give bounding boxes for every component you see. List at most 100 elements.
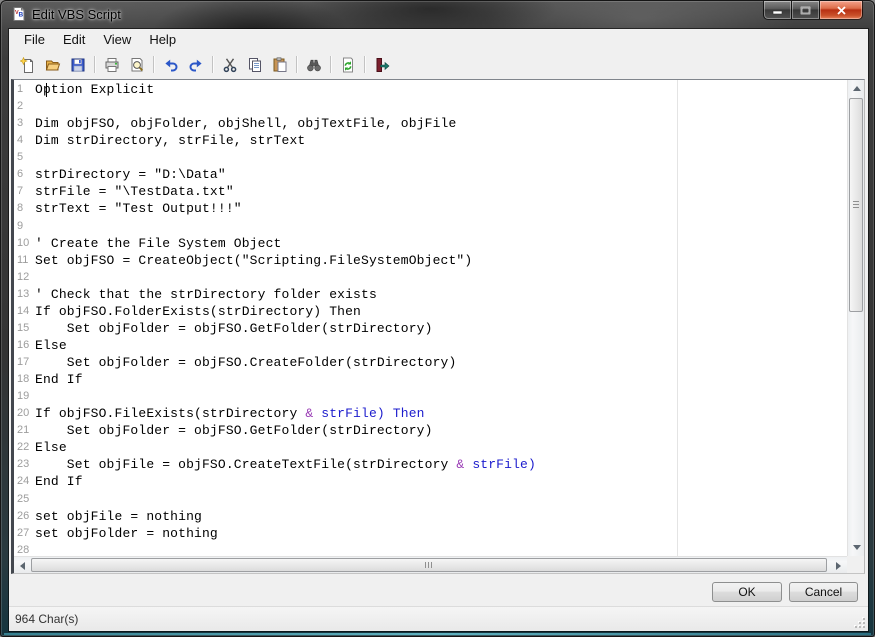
open-folder-icon <box>45 57 61 73</box>
refresh-page-icon <box>340 57 356 73</box>
code-line: 12 <box>14 269 847 286</box>
vbs-file-icon: V B <box>11 6 27 22</box>
scroll-left-button[interactable] <box>14 557 31 574</box>
minimize-button[interactable] <box>763 1 792 20</box>
new-document-button[interactable] <box>15 53 40 76</box>
code-line: 9 <box>14 218 847 235</box>
code-line: 25 <box>14 491 847 508</box>
ok-button[interactable]: OK <box>712 582 782 602</box>
open-button[interactable] <box>40 53 65 76</box>
script-editor: 1Option Explicit23Dim objFSO, objFolder,… <box>11 79 865 574</box>
horizontal-scrollbar[interactable] <box>14 556 847 573</box>
code-line: 22Else <box>14 439 847 456</box>
redo-icon <box>188 57 204 73</box>
vertical-scrollbar[interactable] <box>847 80 864 556</box>
menu-edit[interactable]: Edit <box>54 29 94 51</box>
code-line: 26set objFile = nothing <box>14 508 847 525</box>
line-number: 7 <box>14 183 35 200</box>
code-line: 14If objFSO.FolderExists(strDirectory) T… <box>14 303 847 320</box>
vertical-scroll-thumb[interactable] <box>849 98 863 312</box>
code-line: 28 <box>14 542 847 556</box>
minimize-icon <box>772 6 783 15</box>
cancel-button[interactable]: Cancel <box>789 582 858 602</box>
code-line: 11Set objFSO = CreateObject("Scripting.F… <box>14 252 847 269</box>
exit-door-icon <box>374 57 390 73</box>
code-text-area[interactable]: 1Option Explicit23Dim objFSO, objFolder,… <box>14 80 847 556</box>
maximize-icon <box>800 6 811 15</box>
scrollbar-corner <box>847 556 864 573</box>
line-number: 20 <box>14 405 35 422</box>
scroll-right-button[interactable] <box>830 557 847 574</box>
line-number: 17 <box>14 354 35 371</box>
line-number: 16 <box>14 337 35 354</box>
copy-icon <box>247 57 263 73</box>
line-number: 23 <box>14 456 35 473</box>
menu-help[interactable]: Help <box>140 29 185 51</box>
toolbar-separator <box>212 56 213 73</box>
char-count-label: 964 Char(s) <box>15 612 78 626</box>
window-title: Edit VBS Script <box>32 7 121 22</box>
line-number: 22 <box>14 439 35 456</box>
check-refresh-button[interactable] <box>335 53 360 76</box>
cut-button[interactable] <box>217 53 242 76</box>
line-number: 14 <box>14 303 35 320</box>
scroll-down-button[interactable] <box>848 539 865 556</box>
code-line: 2 <box>14 98 847 115</box>
print-preview-icon <box>129 57 145 73</box>
code-line: 10' Create the File System Object <box>14 235 847 252</box>
code-line: 19 <box>14 388 847 405</box>
edit-vbs-script-window: V B Edit VBS Script File Edit View Help <box>0 0 875 637</box>
code-line: 5 <box>14 149 847 166</box>
menu-file[interactable]: File <box>15 29 54 51</box>
code-line: 4Dim strDirectory, strFile, strText <box>14 132 847 149</box>
close-icon <box>836 6 847 15</box>
redo-button[interactable] <box>183 53 208 76</box>
exit-button[interactable] <box>369 53 394 76</box>
undo-icon <box>163 57 179 73</box>
line-number: 4 <box>14 132 35 149</box>
code-line: 1Option Explicit <box>14 81 847 98</box>
svg-text:B: B <box>19 12 24 19</box>
text-caret <box>46 83 47 97</box>
client-area: File Edit View Help <box>9 29 868 631</box>
save-button[interactable] <box>65 53 90 76</box>
chevron-down-icon <box>853 545 861 550</box>
copy-button[interactable] <box>242 53 267 76</box>
line-number: 8 <box>14 200 35 217</box>
line-number: 26 <box>14 508 35 525</box>
horizontal-scroll-thumb[interactable] <box>31 558 827 572</box>
toolbar-separator <box>330 56 331 73</box>
paste-clipboard-icon <box>272 57 288 73</box>
menu-view[interactable]: View <box>94 29 140 51</box>
line-number: 19 <box>14 388 35 405</box>
code-line: 20If objFSO.FileExists(strDirectory & st… <box>14 405 847 422</box>
caption-buttons <box>763 1 863 20</box>
chevron-right-icon <box>836 562 841 570</box>
toolbar-separator <box>296 56 297 73</box>
scroll-up-button[interactable] <box>848 80 865 97</box>
code-lines: 1Option Explicit23Dim objFSO, objFolder,… <box>14 81 847 556</box>
titlebar[interactable]: V B Edit VBS Script <box>1 1 874 29</box>
line-number: 12 <box>14 269 35 286</box>
maximize-button[interactable] <box>792 1 820 20</box>
line-number: 5 <box>14 149 35 166</box>
cut-scissors-icon <box>222 57 238 73</box>
dialog-button-panel: OK Cancel <box>9 574 868 606</box>
code-line: 13' Check that the strDirectory folder e… <box>14 286 847 303</box>
print-button[interactable] <box>99 53 124 76</box>
line-number: 25 <box>14 491 35 508</box>
code-line: 8strText = "Test Output!!!" <box>14 200 847 217</box>
code-line: 23 Set objFile = objFSO.CreateTextFile(s… <box>14 456 847 473</box>
thumb-grip-icon <box>425 562 433 568</box>
thumb-grip-icon <box>853 201 859 209</box>
statusbar: 964 Char(s) <box>9 606 868 631</box>
toolbar-separator <box>94 56 95 73</box>
line-number: 10 <box>14 235 35 252</box>
paste-button[interactable] <box>267 53 292 76</box>
line-number: 3 <box>14 115 35 132</box>
undo-button[interactable] <box>158 53 183 76</box>
resize-grip[interactable] <box>853 616 865 628</box>
close-button[interactable] <box>820 1 863 20</box>
find-button[interactable] <box>301 53 326 76</box>
print-preview-button[interactable] <box>124 53 149 76</box>
